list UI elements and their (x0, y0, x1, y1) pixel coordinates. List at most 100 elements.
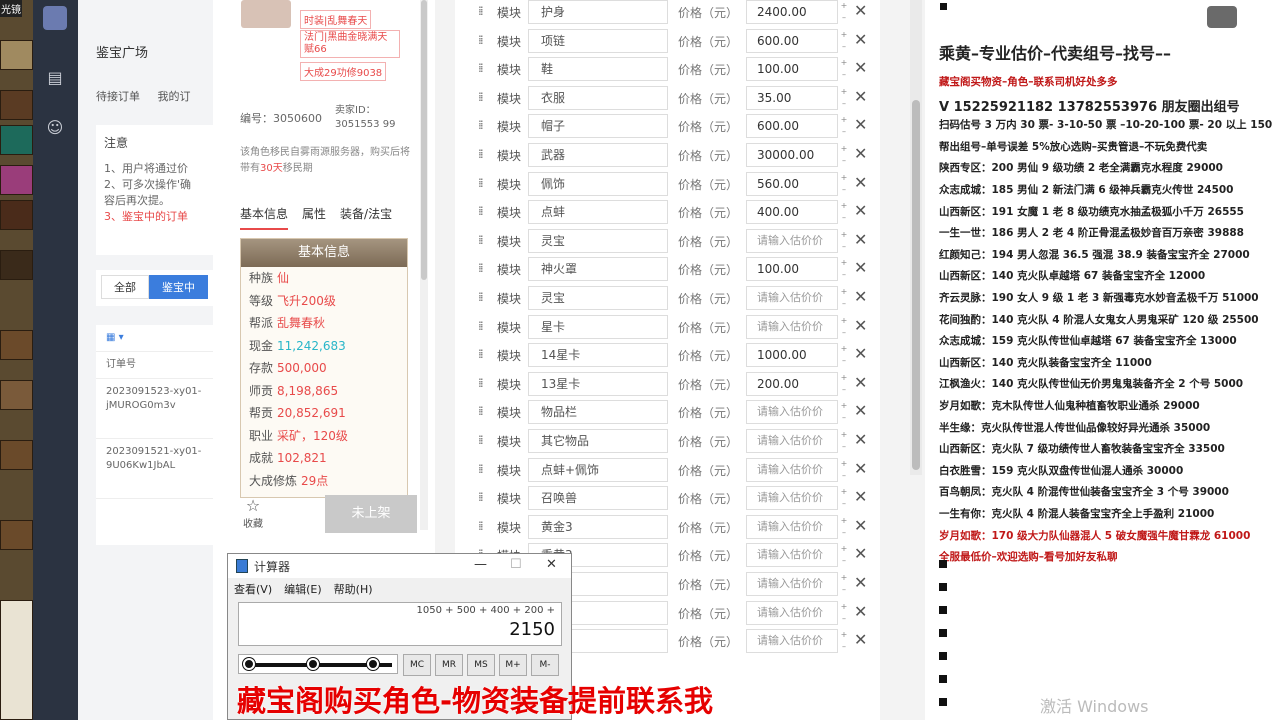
remove-row-icon[interactable]: ✕ (854, 230, 867, 249)
price-input[interactable]: 请输入估价价 (746, 228, 838, 253)
filter-appraising-button[interactable]: 鉴宝中 (149, 275, 208, 299)
price-input[interactable]: 请输入估价价 (746, 400, 838, 425)
remove-row-icon[interactable]: ✕ (854, 516, 867, 535)
tab-attributes[interactable]: 属性 (302, 205, 326, 230)
price-input[interactable]: 2400.00 (746, 0, 838, 24)
filter-all-button[interactable]: 全部 (101, 275, 149, 299)
remove-row-icon[interactable]: ✕ (854, 30, 867, 49)
price-stepper[interactable]: + – (838, 114, 850, 138)
drag-handle-icon[interactable]: ⁞⁞ (478, 376, 483, 390)
menu-help[interactable]: 帮助(H) (334, 581, 373, 597)
form-scrollbar[interactable] (910, 0, 922, 475)
drag-handle-icon[interactable]: ⁞⁞ (478, 118, 483, 132)
document-icon[interactable]: ▤ (43, 66, 67, 90)
price-stepper[interactable]: + – (838, 0, 850, 24)
drag-handle-icon[interactable]: ⁞⁞ (478, 261, 483, 275)
price-stepper[interactable]: + – (838, 458, 850, 482)
mr-button[interactable]: MR (435, 654, 463, 676)
price-input[interactable]: 400.00 (746, 200, 838, 225)
module-name-field[interactable]: 物品栏 (528, 400, 668, 425)
remove-row-icon[interactable]: ✕ (854, 487, 867, 506)
drag-handle-icon[interactable]: ⁞⁞ (478, 404, 483, 418)
drag-handle-icon[interactable]: ⁞⁞ (478, 433, 483, 447)
module-name-field[interactable]: 14星卡 (528, 343, 668, 368)
price-stepper[interactable]: + – (838, 229, 850, 253)
price-stepper[interactable]: + – (838, 429, 850, 453)
user-icon[interactable]: ☺ (43, 116, 67, 140)
price-input[interactable]: 请输入估价价 (746, 543, 838, 568)
drag-handle-icon[interactable]: ⁞⁞ (478, 519, 483, 533)
detail-scrollbar[interactable] (420, 0, 428, 530)
module-name-field[interactable]: 点蚌+佩饰 (528, 457, 668, 482)
price-input[interactable]: 请输入估价价 (746, 314, 838, 339)
price-stepper[interactable]: + – (838, 286, 850, 310)
module-name-field[interactable]: 鞋 (528, 57, 668, 82)
table-menu-icon[interactable]: ▦ ▾ (96, 325, 213, 352)
price-stepper[interactable]: + – (838, 629, 850, 653)
price-stepper[interactable]: + – (838, 572, 850, 596)
price-stepper[interactable]: + – (838, 543, 850, 567)
drag-handle-icon[interactable]: ⁞⁞ (478, 347, 483, 361)
menu-view[interactable]: 查看(V) (234, 581, 272, 597)
price-stepper[interactable]: + – (838, 172, 850, 196)
price-stepper[interactable]: + – (838, 400, 850, 424)
mc-button[interactable]: MC (403, 654, 431, 676)
drag-handle-icon[interactable]: ⁞⁞ (478, 33, 483, 47)
price-input[interactable]: 100.00 (746, 257, 838, 282)
m-minus-button[interactable]: M- (531, 654, 559, 676)
price-input[interactable]: 100.00 (746, 57, 838, 82)
price-stepper[interactable]: + – (838, 200, 850, 224)
unlisted-button[interactable]: 未上架 (325, 495, 417, 533)
memory-slider[interactable] (238, 654, 398, 674)
price-input[interactable]: 560.00 (746, 171, 838, 196)
remove-row-icon[interactable]: ✕ (854, 344, 867, 363)
price-input[interactable]: 35.00 (746, 85, 838, 110)
menu-edit[interactable]: 编辑(E) (284, 581, 322, 597)
drag-handle-icon[interactable]: ⁞⁞ (478, 490, 483, 504)
module-name-field[interactable]: 灵宝 (528, 286, 668, 310)
remove-row-icon[interactable]: ✕ (854, 459, 867, 478)
price-stepper[interactable]: + – (838, 515, 850, 539)
price-input[interactable]: 请输入估价价 (746, 286, 838, 310)
table-row[interactable]: 2023091521-xy01-9U06Kw1JbAL (96, 439, 213, 499)
price-input[interactable]: 600.00 (746, 114, 838, 139)
module-name-field[interactable]: 护身 (528, 0, 668, 24)
price-input[interactable]: 请输入估价价 (746, 429, 838, 453)
drag-handle-icon[interactable]: ⁞⁞ (478, 147, 483, 161)
price-input[interactable]: 请输入估价价 (746, 600, 838, 625)
price-stepper[interactable]: + – (838, 372, 850, 396)
module-name-field[interactable]: 点蚌 (528, 200, 668, 225)
price-input[interactable]: 请输入估价价 (746, 572, 838, 596)
price-input[interactable]: 30000.00 (746, 143, 838, 167)
price-input[interactable]: 请输入估价价 (746, 457, 838, 482)
drag-handle-icon[interactable]: ⁞⁞ (478, 290, 483, 304)
price-input[interactable]: 600.00 (746, 28, 838, 53)
close-icon[interactable]: ✕ (546, 557, 557, 572)
minimize-icon[interactable]: — (474, 557, 487, 572)
module-name-field[interactable]: 其它物品 (528, 429, 668, 453)
remove-row-icon[interactable]: ✕ (854, 316, 867, 335)
module-name-field[interactable]: 衣服 (528, 85, 668, 110)
price-input[interactable]: 请输入估价价 (746, 514, 838, 539)
drag-handle-icon[interactable]: ⁞⁞ (478, 233, 483, 247)
remove-row-icon[interactable]: ✕ (854, 201, 867, 220)
remove-row-icon[interactable]: ✕ (854, 87, 867, 106)
remove-row-icon[interactable]: ✕ (854, 58, 867, 77)
module-name-field[interactable]: 武器 (528, 143, 668, 167)
price-input[interactable]: 请输入估价价 (746, 629, 838, 654)
module-name-field[interactable]: 星卡 (528, 314, 668, 339)
remove-row-icon[interactable]: ✕ (854, 144, 867, 163)
remove-row-icon[interactable]: ✕ (854, 373, 867, 392)
module-name-field[interactable]: 灵宝 (528, 228, 668, 253)
remove-row-icon[interactable]: ✕ (854, 173, 867, 192)
remove-row-icon[interactable]: ✕ (854, 430, 867, 449)
remove-row-icon[interactable]: ✕ (854, 573, 867, 592)
drag-handle-icon[interactable]: ⁞⁞ (478, 61, 483, 75)
price-stepper[interactable]: + – (838, 86, 850, 110)
remove-row-icon[interactable]: ✕ (854, 258, 867, 277)
price-stepper[interactable]: + – (838, 343, 850, 367)
module-name-field[interactable]: 佩饰 (528, 171, 668, 196)
tab-basic-info[interactable]: 基本信息 (240, 205, 289, 230)
price-input[interactable]: 1000.00 (746, 343, 838, 368)
remove-row-icon[interactable]: ✕ (854, 401, 867, 420)
